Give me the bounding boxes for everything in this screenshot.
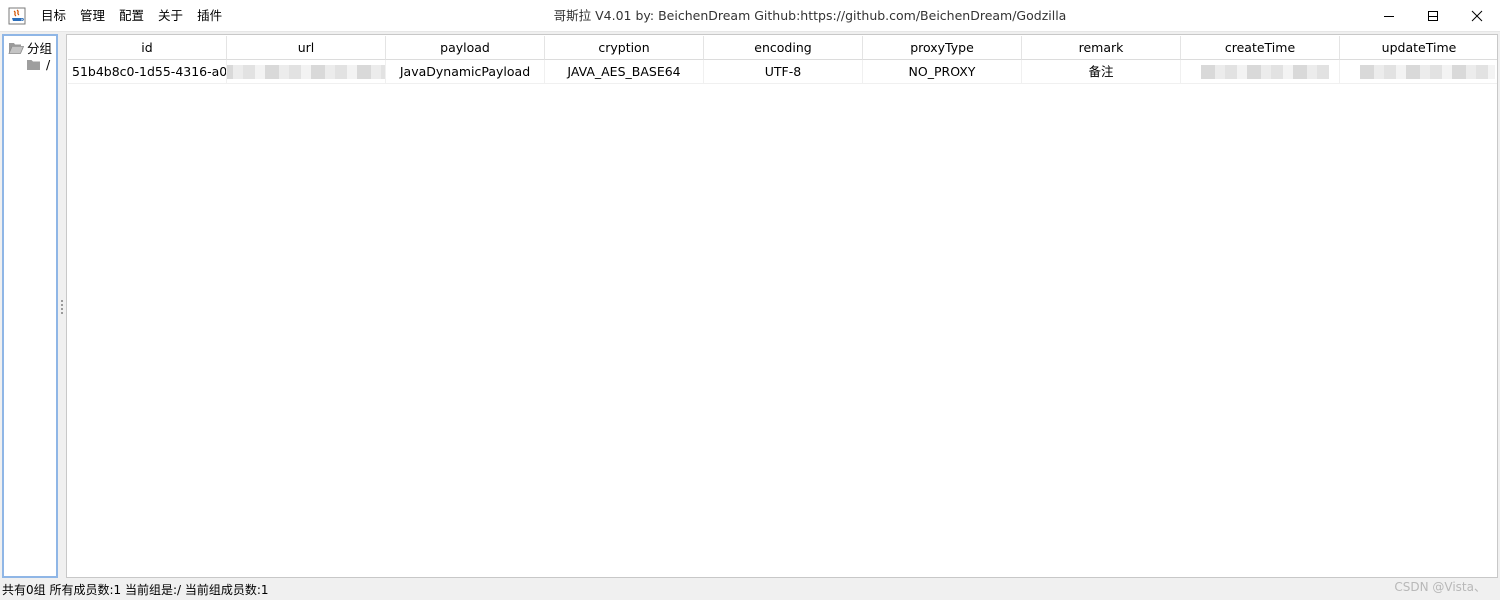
menu-manage[interactable]: 管理 <box>73 0 112 32</box>
cell-remark[interactable]: 备注 <box>1022 60 1181 84</box>
column-header-remark[interactable]: remark <box>1022 36 1181 60</box>
group-tree[interactable]: 分组 / <box>2 34 58 578</box>
watermark: CSDN @Vista、 <box>1394 580 1486 594</box>
cell-createtime[interactable] <box>1181 60 1340 84</box>
maximize-icon <box>1428 11 1438 21</box>
cell-encoding[interactable]: UTF-8 <box>704 60 863 84</box>
folder-icon <box>27 60 40 70</box>
minimize-button-2[interactable] <box>1366 0 1412 32</box>
cell-id[interactable]: 51b4b8c0-1d55-4316-a0... <box>68 60 227 84</box>
folder-open-icon <box>8 42 24 54</box>
drag-handle-icon <box>61 300 63 314</box>
table-row[interactable]: 51b4b8c0-1d55-4316-a0... JavaDynamicPayl… <box>68 60 1497 84</box>
maximize-button[interactable] <box>1410 0 1456 32</box>
cell-cryption[interactable]: JAVA_AES_BASE64 <box>545 60 704 84</box>
redacted-updatetime-mosaic <box>1360 65 1495 79</box>
column-header-encoding[interactable]: encoding <box>704 36 863 60</box>
close-icon <box>1471 10 1483 22</box>
close-button[interactable] <box>1454 0 1500 32</box>
status-bar: 共有0组 所有成员数:1 当前组是:/ 当前组成员数:1 <box>2 583 269 597</box>
menu-plugins[interactable]: 插件 <box>190 0 229 32</box>
split-divider[interactable] <box>58 34 66 578</box>
redacted-url-mosaic <box>227 65 385 79</box>
minimize-icon <box>1384 16 1394 17</box>
column-header-payload[interactable]: payload <box>386 36 545 60</box>
menu-bar: 目标 管理 配置 关于 插件 <box>34 0 229 32</box>
column-header-url[interactable]: url <box>227 36 386 60</box>
column-header-updatetime[interactable]: updateTime <box>1340 36 1497 60</box>
tree-node-slash[interactable]: / <box>26 57 50 72</box>
java-app-icon[interactable] <box>8 7 26 25</box>
column-header-createtime[interactable]: createTime <box>1181 36 1340 60</box>
table-header: id url payload cryption encoding proxyTy… <box>68 36 1497 60</box>
cell-url[interactable] <box>227 60 386 84</box>
tree-node-root[interactable]: 分组 <box>8 38 52 57</box>
shell-table[interactable]: id url payload cryption encoding proxyTy… <box>66 34 1498 578</box>
column-header-proxytype[interactable]: proxyType <box>863 36 1022 60</box>
menu-about[interactable]: 关于 <box>151 0 190 32</box>
tree-node-root-label: 分组 <box>27 41 53 56</box>
column-header-id[interactable]: id <box>68 36 227 60</box>
tree-node-slash-label: / <box>46 57 51 72</box>
window-title: 哥斯拉 V4.01 by: BeichenDream Github:https:… <box>553 8 1067 23</box>
cell-payload[interactable]: JavaDynamicPayload <box>386 60 545 84</box>
menu-target[interactable]: 目标 <box>34 0 73 32</box>
redacted-createtime-mosaic <box>1201 65 1329 79</box>
menu-config[interactable]: 配置 <box>112 0 151 32</box>
cell-proxytype[interactable]: NO_PROXY <box>863 60 1022 84</box>
column-header-cryption[interactable]: cryption <box>545 36 704 60</box>
title-bar: 目标 管理 配置 关于 插件 哥斯拉 V4.01 by: BeichenDrea… <box>0 0 1500 32</box>
cell-updatetime[interactable] <box>1340 60 1497 84</box>
